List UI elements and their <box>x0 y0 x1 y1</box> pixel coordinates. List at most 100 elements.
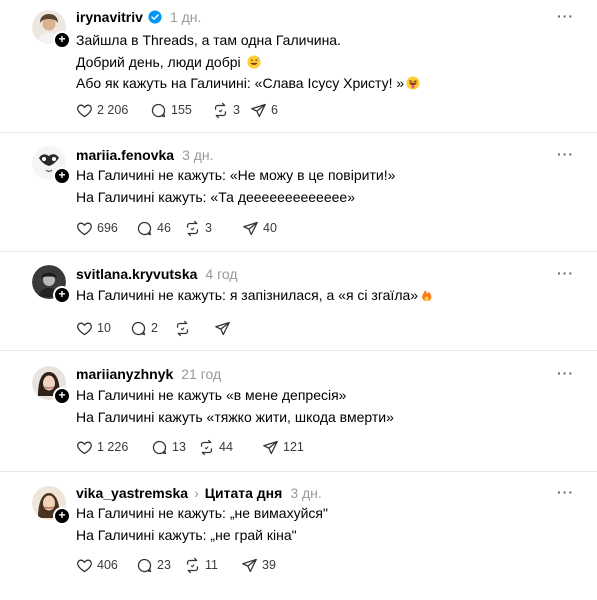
share-count: 6 <box>271 103 278 117</box>
post-line: На Галичині не кажуть: «Не можу в це пов… <box>76 167 396 183</box>
like-count: 10 <box>97 321 111 335</box>
reply-button[interactable]: 155 <box>150 102 212 119</box>
post-header: mariia.fenovka 3 дн. <box>76 145 214 165</box>
more-options-icon[interactable]: ··· <box>557 484 574 500</box>
post-line: На Галичині не кажуть «в мене депресія» <box>76 387 347 403</box>
reply-count: 155 <box>171 103 192 117</box>
username[interactable]: vika_yastremska <box>76 485 188 501</box>
username[interactable]: mariia.fenovka <box>76 147 174 163</box>
avatar[interactable]: + <box>32 265 71 304</box>
post-text: На Галичині не кажуть «в мене депресія» … <box>76 385 576 428</box>
repost-count: 11 <box>205 558 218 572</box>
post-actions: 10 2 <box>76 318 235 338</box>
repost-icon <box>174 320 191 337</box>
like-count: 406 <box>97 558 118 572</box>
repost-button[interactable]: 3 <box>212 102 250 119</box>
share-button[interactable]: 6 <box>250 102 278 119</box>
post-line: На Галичині кажуть: „не грай кіна" <box>76 526 297 543</box>
post[interactable]: + irynavitriv 1 дн. ··· Зайшла в Threads… <box>0 0 597 133</box>
post-text: На Галичині не кажуть: «Не можу в це пов… <box>76 165 576 208</box>
post-actions: 406 23 11 39 <box>76 555 276 575</box>
like-button[interactable]: 696 <box>76 220 136 237</box>
send-icon <box>241 557 258 574</box>
send-icon <box>250 102 267 119</box>
username[interactable]: mariianyzhnyk <box>76 366 173 382</box>
avatar[interactable]: + <box>32 10 71 49</box>
post-line: Добрий день, люди добрі <box>76 53 241 70</box>
heart-icon <box>76 557 93 574</box>
send-icon <box>242 220 259 237</box>
repost-button[interactable]: 44 <box>198 439 262 456</box>
share-button[interactable] <box>214 320 235 337</box>
post-line: На Галичині кажуть: «Та деееееееееееее» <box>76 188 355 205</box>
reply-button[interactable]: 13 <box>151 439 198 456</box>
username[interactable]: svitlana.kryvutska <box>76 266 197 282</box>
share-button[interactable]: 40 <box>242 220 277 237</box>
like-count: 1 226 <box>97 440 129 454</box>
comment-icon <box>136 557 153 574</box>
post[interactable]: + svitlana.kryvutska 4 год ··· На Галичи… <box>0 252 597 351</box>
avatar[interactable]: + <box>32 486 71 525</box>
repost-button[interactable] <box>174 320 214 337</box>
post-header: svitlana.kryvutska 4 год <box>76 264 238 284</box>
heart-icon <box>76 220 93 237</box>
follow-plus-icon[interactable]: + <box>53 167 71 185</box>
post-line: Зайшла в Threads, а там одна Галичина. <box>76 32 341 48</box>
avatar[interactable]: + <box>32 366 71 405</box>
verified-badge-icon <box>148 10 162 24</box>
post[interactable]: + mariianyzhnyk 21 год ··· На Галичині н… <box>0 351 597 472</box>
post[interactable]: + vika_yastremska › Цитата дня 3 дн. ···… <box>0 472 597 600</box>
comment-icon <box>150 102 167 119</box>
topic-tag[interactable]: Цитата дня <box>205 485 283 501</box>
repost-button[interactable]: 11 <box>184 557 241 574</box>
like-count: 2 206 <box>97 103 129 117</box>
post-time[interactable]: 3 дн. <box>290 485 321 501</box>
more-options-icon[interactable]: ··· <box>557 265 574 281</box>
post-time[interactable]: 1 дн. <box>170 9 201 25</box>
repost-count: 3 <box>205 221 212 235</box>
follow-plus-icon[interactable]: + <box>53 286 71 304</box>
post-header: mariianyzhnyk 21 год <box>76 364 221 384</box>
more-options-icon[interactable]: ··· <box>557 365 574 381</box>
like-button[interactable]: 2 206 <box>76 102 150 119</box>
more-options-icon[interactable]: ··· <box>557 8 574 24</box>
threads-feed: + irynavitriv 1 дн. ··· Зайшла в Threads… <box>0 0 597 600</box>
post-time[interactable]: 4 год <box>205 266 237 282</box>
more-options-icon[interactable]: ··· <box>557 146 574 162</box>
heart-icon <box>76 102 93 119</box>
repost-button[interactable]: 3 <box>184 220 242 237</box>
repost-icon <box>198 439 215 456</box>
share-count: 39 <box>262 558 276 572</box>
reply-button[interactable]: 23 <box>136 557 184 574</box>
username[interactable]: irynavitriv <box>76 9 143 25</box>
follow-plus-icon[interactable]: + <box>53 507 71 525</box>
repost-icon <box>184 557 201 574</box>
post-time[interactable]: 3 дн. <box>182 147 213 163</box>
like-button[interactable]: 406 <box>76 557 136 574</box>
repost-icon <box>212 102 229 119</box>
like-button[interactable]: 1 226 <box>76 439 151 456</box>
reply-button[interactable]: 46 <box>136 220 184 237</box>
like-button[interactable]: 10 <box>76 320 130 337</box>
follow-plus-icon[interactable]: + <box>53 387 71 405</box>
share-button[interactable]: 39 <box>241 557 276 574</box>
post-line: На Галичині кажуть «тяжко жити, шкода вм… <box>76 408 394 425</box>
post-text: Зайшла в Threads, а там одна Галичина. Д… <box>76 30 576 95</box>
post[interactable]: + mariia.fenovka 3 дн. ··· На Галичині н… <box>0 133 597 252</box>
avatar[interactable]: + <box>32 146 71 185</box>
share-button[interactable]: 121 <box>262 439 304 456</box>
post-text: На Галичині не кажуть: „не вимахуйся" На… <box>76 503 576 546</box>
comment-icon <box>130 320 147 337</box>
post-header: vika_yastremska › Цитата дня 3 дн. <box>76 483 322 503</box>
reply-button[interactable]: 2 <box>130 320 174 337</box>
send-icon <box>262 439 279 456</box>
chevron-right-icon: › <box>194 485 199 501</box>
post-text: На Галичині не кажуть: я запізнилася, а … <box>76 285 576 307</box>
post-time[interactable]: 21 год <box>181 366 221 382</box>
share-count: 121 <box>283 440 304 454</box>
repost-count: 3 <box>233 103 240 117</box>
post-actions: 1 226 13 44 121 <box>76 437 304 457</box>
reply-count: 46 <box>157 221 171 235</box>
post-line: Або як кажуть на Галичині: «Слава Ісусу … <box>76 75 405 91</box>
follow-plus-icon[interactable]: + <box>53 31 71 49</box>
